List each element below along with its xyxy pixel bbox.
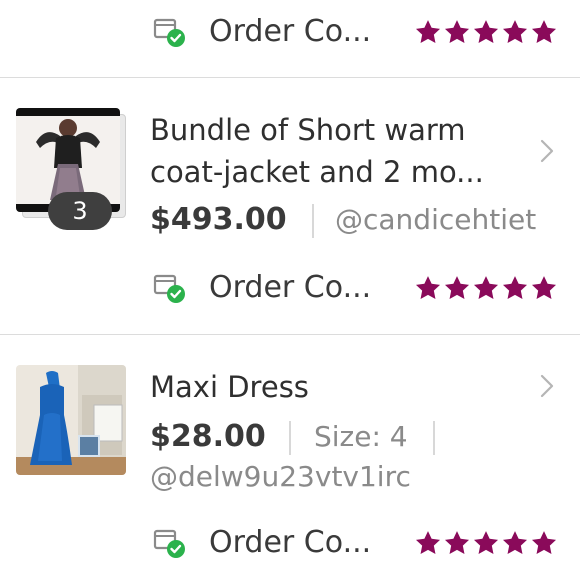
item-price: $28.00 (150, 419, 266, 454)
rating-stars (414, 12, 558, 52)
order-status-row: Order Co... (0, 12, 580, 52)
item-title-line1: Bundle of Short warm (150, 113, 466, 147)
chevron-right-icon[interactable] (538, 373, 556, 399)
seller-username[interactable]: @candicehtiet (335, 200, 536, 240)
rating-stars (414, 268, 558, 308)
star-icon (473, 531, 499, 554)
star-icon (473, 276, 499, 299)
star-icon (502, 531, 528, 554)
separator (433, 421, 435, 455)
star-icon (444, 276, 470, 299)
star-icon (473, 20, 499, 43)
star-icon (531, 20, 557, 43)
chevron-right-icon[interactable] (538, 138, 556, 164)
order-complete-icon (153, 274, 185, 303)
item-thumbnail[interactable]: 3 (16, 108, 126, 230)
item-title-line2: coat-jacket and 2 mo... (150, 155, 484, 189)
order-status-label: Order Co... (209, 270, 372, 305)
star-icon (444, 20, 470, 43)
item-title: Maxi Dress (150, 370, 309, 404)
order-status-label: Order Co... (209, 14, 372, 49)
order-status-row: Order Co... (0, 268, 580, 308)
separator (289, 421, 291, 455)
order-list-item[interactable]: 3 Bundle of Short warm coat-jacket and 2… (0, 78, 580, 334)
order-status-row: Order Co... (0, 523, 580, 563)
item-price: $493.00 (150, 202, 287, 237)
star-icon (415, 276, 441, 299)
star-icon (502, 276, 528, 299)
order-complete-icon (153, 529, 185, 558)
item-thumbnail[interactable] (16, 365, 126, 475)
item-count-badge: 3 (48, 192, 112, 230)
seller-username[interactable]: @delw9u23vtv1irc (150, 457, 411, 497)
order-complete-icon (153, 18, 185, 47)
order-list-item[interactable]: Maxi Dress $28.00 Size: 4 @delw9u23vtv1i… (0, 335, 580, 580)
rating-stars (414, 523, 558, 563)
star-icon (444, 531, 470, 554)
order-status-label: Order Co... (209, 525, 372, 560)
product-photo (16, 365, 126, 475)
star-icon (531, 531, 557, 554)
star-icon (531, 276, 557, 299)
star-icon (415, 20, 441, 43)
separator (312, 204, 314, 238)
item-size: Size: 4 (314, 420, 408, 453)
star-icon (502, 20, 528, 43)
star-icon (415, 531, 441, 554)
